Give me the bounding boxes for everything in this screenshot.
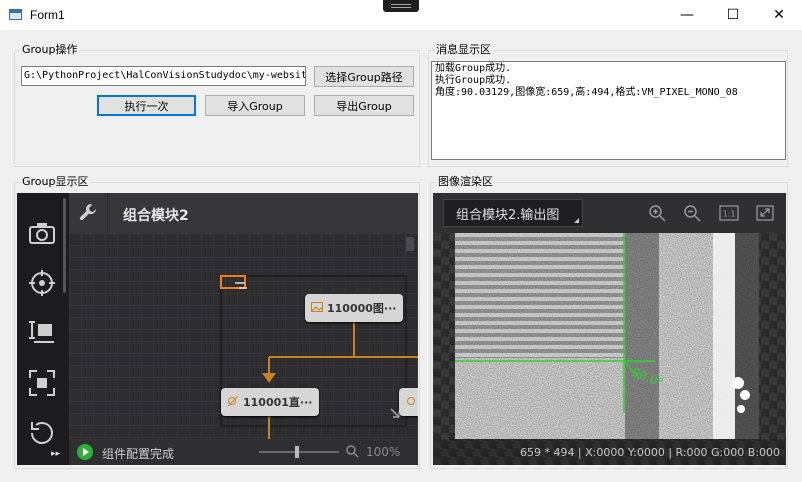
zoom-icon[interactable] bbox=[345, 444, 359, 461]
flow-node-label: 110000图··· bbox=[327, 302, 397, 315]
image-status-bar: 659 * 494 | X:0000 Y:0000 | R:000 G:000 … bbox=[433, 439, 786, 465]
canvas-scrollbar[interactable] bbox=[406, 237, 414, 251]
export-group-button[interactable]: 导出Group bbox=[314, 95, 414, 116]
line-node-icon bbox=[227, 396, 239, 406]
editor-status-bar: 组件配置完成 100% bbox=[69, 439, 418, 465]
target-icon[interactable] bbox=[26, 267, 58, 299]
message-line: 加载Group成功. bbox=[435, 63, 512, 74]
sidebar-scrollbar[interactable] bbox=[63, 198, 66, 293]
wrench-icon[interactable] bbox=[79, 203, 97, 224]
zoom-in-icon[interactable] bbox=[647, 204, 667, 222]
message-textbox[interactable]: 加载Group成功. 执行Group成功. 角度:90.03129,图像宽:65… bbox=[431, 61, 786, 160]
flow-canvas[interactable]: 110000图··· 110001直··· bbox=[69, 233, 418, 439]
node-icon bbox=[407, 397, 415, 405]
image-header: 组合模块2.输出图 1:1 bbox=[433, 193, 786, 233]
zoom-out-icon[interactable] bbox=[682, 204, 702, 222]
zoom-slider-thumb[interactable] bbox=[295, 446, 299, 458]
group-path-input[interactable]: G:\PythonProject\HalConVisionStudydoc\my… bbox=[21, 66, 306, 86]
window-title: Form1 bbox=[30, 8, 65, 22]
image-render-panel[interactable]: 组合模块2.输出图 1:1 90.0° 659 * 494 | X:0000 Y… bbox=[433, 193, 786, 465]
close-button[interactable]: ✕ bbox=[756, 0, 802, 30]
status-text: 组件配置完成 bbox=[102, 447, 175, 461]
flow-node-label: 110001直··· bbox=[243, 396, 313, 409]
expand-arrow-icon[interactable]: ▸▸ bbox=[51, 449, 60, 459]
message-legend: 消息显示区 bbox=[435, 43, 492, 56]
main-window: Form1 — ☐ ✕ Group操作 G:\PythonProject\Hal… bbox=[0, 0, 802, 482]
title-bar[interactable]: Form1 — ☐ ✕ bbox=[0, 0, 802, 30]
import-group-button[interactable]: 导入Group bbox=[205, 95, 305, 116]
grayscale-image: 90.0° bbox=[455, 233, 759, 439]
zoom-level: 100% bbox=[366, 445, 401, 459]
refresh-icon[interactable] bbox=[26, 417, 58, 449]
rendered-image[interactable]: 90.0° bbox=[455, 233, 759, 439]
header-divider bbox=[107, 193, 108, 233]
group-editor-panel[interactable]: ▸▸ 组合模块2 110000图··· 110001直··· 组件配置完成 10… bbox=[17, 193, 418, 465]
fit-window-icon[interactable] bbox=[755, 204, 775, 222]
locate-icon[interactable] bbox=[26, 367, 58, 399]
image-render-legend: 图像渲染区 bbox=[437, 175, 494, 188]
app-icon bbox=[9, 9, 22, 20]
flow-node[interactable]: 110000图··· bbox=[305, 294, 403, 322]
group-display-legend: Group显示区 bbox=[21, 175, 90, 188]
editor-header: 组合模块2 bbox=[69, 193, 418, 233]
minimize-button[interactable]: — bbox=[664, 0, 710, 30]
pixel-coords-readout: 659 * 494 | X:0000 Y:0000 | R:000 G:000 … bbox=[519, 446, 780, 459]
actual-size-icon[interactable]: 1:1 bbox=[719, 204, 739, 222]
message-line: 角度:90.03129,图像宽:659,高:494,格式:VM_PIXEL_MO… bbox=[435, 87, 738, 98]
flow-node-partial[interactable] bbox=[399, 388, 418, 416]
measure-icon[interactable] bbox=[26, 317, 58, 349]
image-source-dropdown[interactable]: 组合模块2.输出图 bbox=[443, 199, 583, 227]
group-ops-legend: Group操作 bbox=[21, 43, 79, 56]
flow-node[interactable]: 110001直··· bbox=[221, 388, 319, 416]
maximize-button[interactable]: ☐ bbox=[710, 0, 756, 30]
run-status-icon[interactable] bbox=[77, 444, 93, 460]
tool-sidebar: ▸▸ bbox=[17, 193, 69, 465]
run-once-button[interactable]: 执行一次 bbox=[97, 95, 196, 116]
svg-text:1:1: 1:1 bbox=[723, 210, 736, 219]
camera-icon[interactable] bbox=[26, 217, 58, 249]
drag-handle[interactable] bbox=[383, 0, 419, 12]
select-group-path-button[interactable]: 选择Group路径 bbox=[314, 66, 414, 87]
message-line: 执行Group成功. bbox=[435, 75, 512, 86]
zoom-slider[interactable] bbox=[259, 446, 339, 458]
image-node-icon bbox=[311, 302, 323, 312]
group-title: 组合模块2 bbox=[123, 208, 189, 224]
